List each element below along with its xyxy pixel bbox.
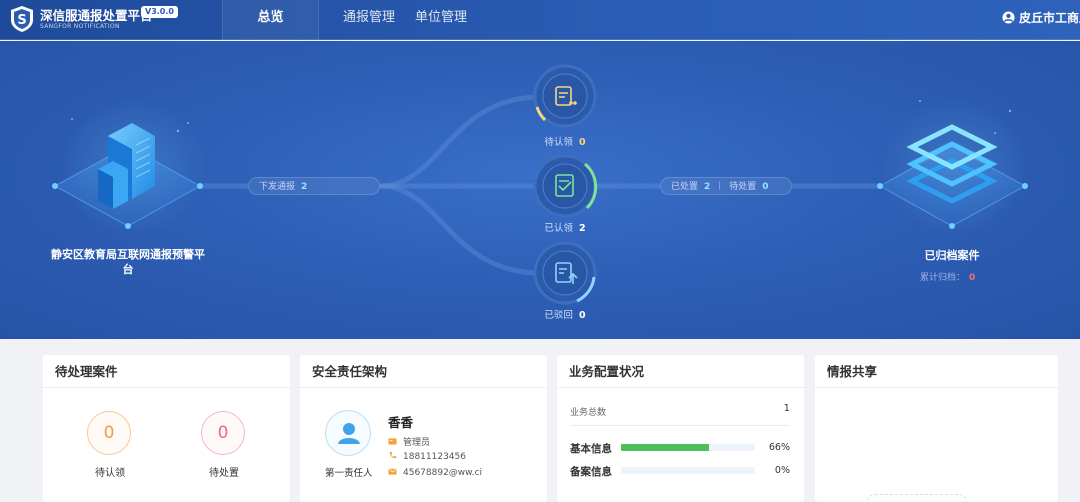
pending-label: 待处置 <box>729 182 757 192</box>
pending-cases-card: 待处理案件 0 待认领 0 待处置 <box>43 355 290 502</box>
filing-info-percent: 0% <box>774 465 790 476</box>
node-pending-claim-ring <box>533 64 597 128</box>
person-icon <box>338 423 360 444</box>
business-config-card: 业务配置状况 业务总数 1 基本信息 66% 备案信息 0% <box>557 355 804 502</box>
node-rejected-ring <box>533 241 597 305</box>
mail-icon <box>388 468 397 475</box>
intel-placeholder <box>867 494 967 502</box>
user-avatar-icon <box>1002 11 1015 24</box>
basic-info-progress-fill <box>621 444 710 451</box>
archive-total: 累计归档： 0 <box>920 270 975 283</box>
basic-info-percent: 66% <box>768 442 790 453</box>
filing-info-label: 备案信息 <box>570 466 612 478</box>
node-claimed-label[interactable]: 已认领 2 <box>525 220 605 234</box>
issued-count: 2 <box>301 182 308 192</box>
top-navigation-bar: S 深信服通报处置平台 V3.0.0 SANGFOR NOTIFICATION … <box>0 0 1080 40</box>
pending-claim-text: 待认领 <box>544 137 573 148</box>
archive-title[interactable]: 已归档案件 <box>892 248 1012 263</box>
app-title: 深信服通报处置平台 <box>40 8 153 23</box>
security-structure-title: 安全责任架构 <box>300 355 547 388</box>
archive-total-label: 累计归档： <box>920 273 966 283</box>
pending-claim-count: 0 <box>578 137 586 148</box>
version-badge: V3.0.0 <box>141 6 178 18</box>
person-avatar <box>325 410 371 456</box>
business-divider <box>570 425 790 426</box>
handled-count: 2 <box>704 182 711 192</box>
tab-notification-management[interactable]: 通报管理 <box>330 0 408 40</box>
source-platform-title: 静安区教育局互联网通报预警平台 <box>51 248 205 276</box>
svg-text:S: S <box>17 13 26 28</box>
rejected-count: 0 <box>578 310 586 321</box>
rejected-text: 已驳回 <box>544 310 573 321</box>
flow-diagram <box>52 64 1030 305</box>
person-role: 第一责任人 <box>325 468 373 479</box>
tab-overview[interactable]: 总览 <box>222 0 319 40</box>
basic-info-progress-bar <box>621 444 755 451</box>
person-email-row: 45678892@ww.ci <box>388 467 482 478</box>
security-structure-card: 安全责任架构 第一责任人 香香 管理员 18811123456 45678892… <box>300 355 547 502</box>
handled-label: 已处置 <box>671 182 699 192</box>
phone-icon <box>389 451 397 459</box>
pending-handle-stat-label: 待处置 <box>209 468 239 479</box>
intel-sharing-title: 情报共享 <box>815 355 1058 388</box>
source-platform-illustration <box>52 97 208 237</box>
archive-total-count: 0 <box>969 273 976 283</box>
pending-claim-ring-stat[interactable]: 0 <box>87 411 131 455</box>
issued-label: 下发通报 <box>259 182 296 192</box>
intel-sharing-card: 情报共享 <box>815 355 1058 502</box>
case-flow-panel: 下发通报 2 已处置 2 待处置 0 待认领 0 已认领 2 已驳回 0 静安区教育局互联网通… <box>0 41 1080 339</box>
person-email: 45678892@ww.ci <box>403 468 483 478</box>
app-subtitle: SANGFOR NOTIFICATION <box>40 23 120 30</box>
person-position: 管理员 <box>403 438 431 448</box>
issued-notifications-pill[interactable]: 下发通报 2 <box>248 177 380 195</box>
tab-unit-management[interactable]: 单位管理 <box>402 0 480 40</box>
user-name: 皮丘市工商局 <box>1019 11 1080 25</box>
pending-cases-title: 待处理案件 <box>43 355 290 388</box>
sangfor-logo-icon: S <box>11 6 33 32</box>
handled-pending-pill[interactable]: 已处置 2 待处置 0 <box>660 177 792 195</box>
node-pending-claim-label[interactable]: 待认领 0 <box>525 134 605 148</box>
id-card-icon <box>388 438 397 445</box>
claimed-count: 2 <box>578 223 586 234</box>
business-config-title: 业务配置状况 <box>557 355 804 388</box>
person-phone-row: 18811123456 <box>388 451 466 462</box>
business-total-value: 1 <box>783 403 790 414</box>
pending-handle-ring-stat[interactable]: 0 <box>201 411 245 455</box>
pill-divider <box>719 181 721 190</box>
person-position-row: 管理员 <box>388 435 430 448</box>
user-menu[interactable]: 皮丘市工商局 <box>1002 9 1080 26</box>
basic-info-label: 基本信息 <box>570 443 612 455</box>
node-claimed-ring <box>533 154 598 218</box>
archive-illustration <box>877 97 1030 237</box>
node-rejected-label[interactable]: 已驳回 0 <box>525 307 605 321</box>
filing-info-progress-bar <box>621 467 755 474</box>
pending-claim-stat-label: 待认领 <box>95 468 125 479</box>
claimed-text: 已认领 <box>544 223 573 234</box>
pending-count: 0 <box>762 182 769 192</box>
business-total-label: 业务总数 <box>570 408 607 418</box>
person-name: 香香 <box>388 415 414 430</box>
person-phone: 18811123456 <box>403 452 466 462</box>
